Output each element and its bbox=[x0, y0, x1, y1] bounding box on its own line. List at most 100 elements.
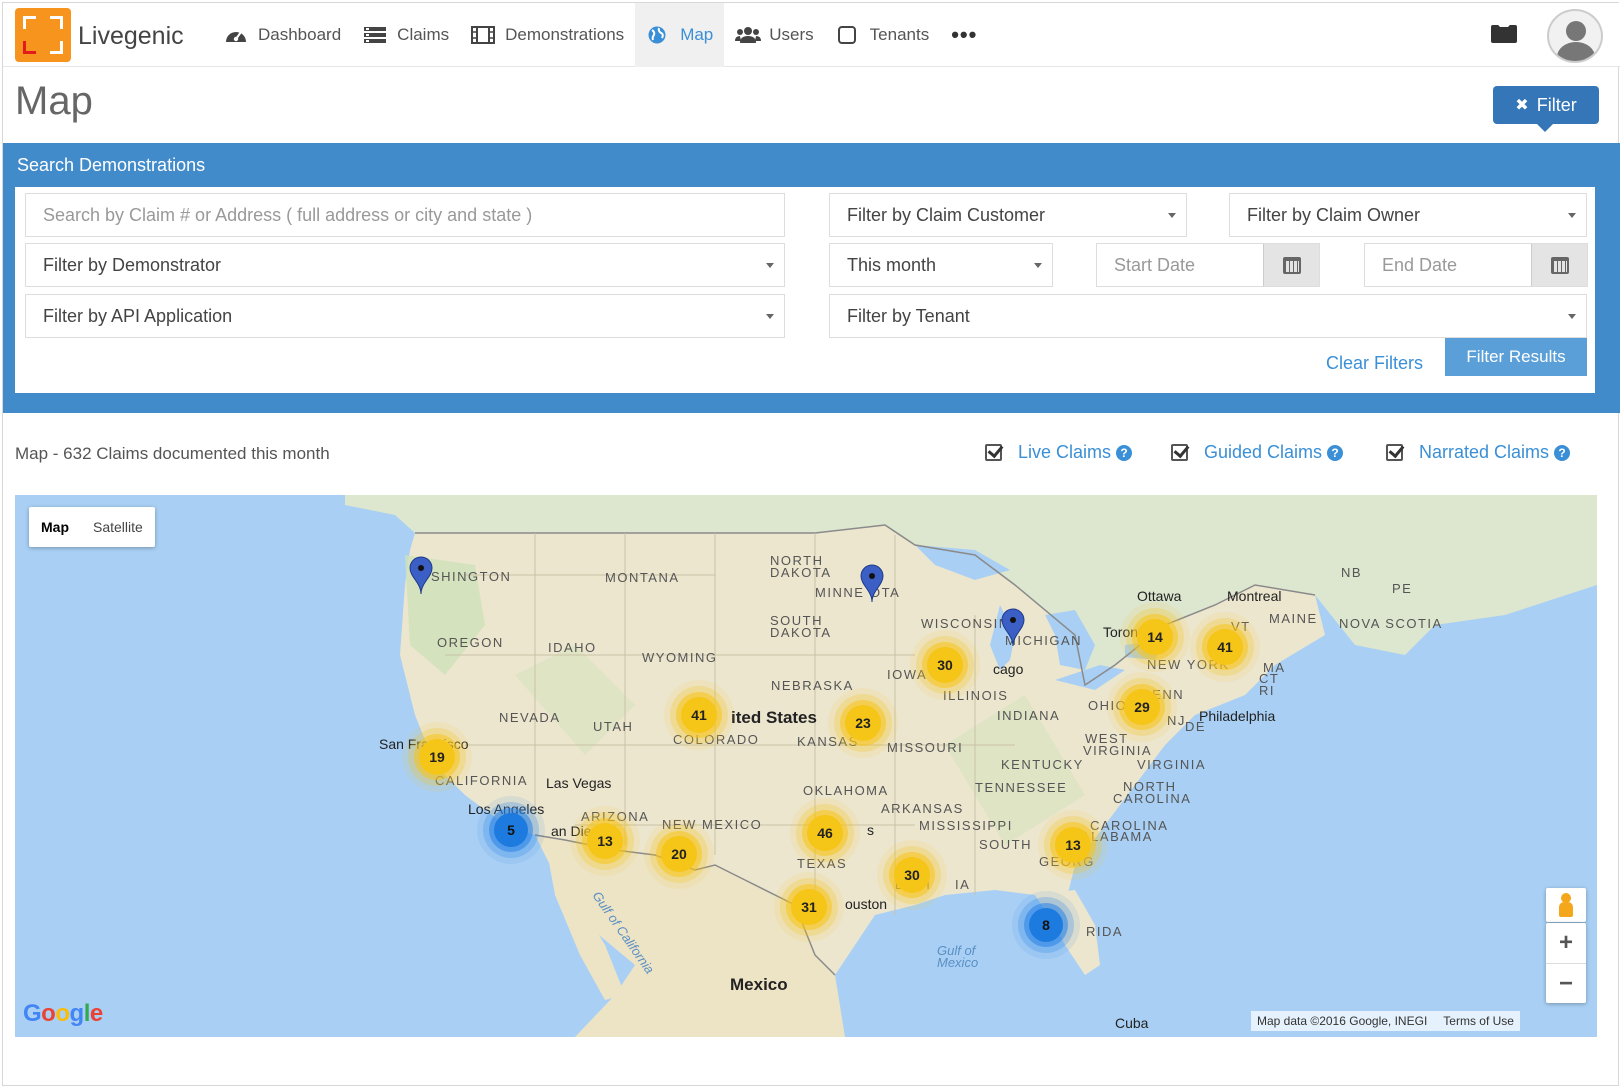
guided-claims-label: Guided Claims bbox=[1204, 442, 1323, 462]
claim-cluster[interactable]: 20 bbox=[661, 836, 697, 872]
clear-filters-link[interactable]: Clear Filters bbox=[1326, 353, 1423, 374]
dashboard-icon bbox=[224, 26, 248, 44]
map-type-satellite[interactable]: Satellite bbox=[81, 507, 155, 547]
state-label: TENNESSEE bbox=[975, 780, 1068, 795]
street-view-icon[interactable] bbox=[1546, 888, 1586, 922]
city-label: ouston bbox=[845, 896, 888, 912]
checkbox-icon[interactable] bbox=[1171, 444, 1188, 461]
tenant-value: Filter by Tenant bbox=[847, 305, 970, 326]
start-date-input[interactable]: Start Date bbox=[1096, 243, 1320, 287]
map-type-map[interactable]: Map bbox=[29, 507, 81, 547]
nav-users-label: Users bbox=[769, 25, 814, 44]
checkbox-icon[interactable] bbox=[1386, 444, 1403, 461]
claim-cluster[interactable]: 23 bbox=[845, 705, 881, 741]
filter-results-button[interactable]: Filter Results bbox=[1445, 338, 1587, 376]
claim-pin[interactable] bbox=[1000, 607, 1026, 647]
state-label: WISCONSIN bbox=[921, 616, 1010, 631]
claim-cluster[interactable]: 41 bbox=[681, 697, 717, 733]
city-label: Montreal bbox=[1227, 588, 1282, 604]
address-search-input[interactable]: Search by Claim # or Address ( full addr… bbox=[25, 193, 785, 237]
nav-more-button[interactable]: ••• bbox=[940, 3, 988, 67]
help-icon[interactable]: ? bbox=[1327, 444, 1344, 461]
guided-claims-toggle[interactable]: Guided Claims ? bbox=[1171, 442, 1344, 463]
nav-users[interactable]: Users bbox=[724, 3, 824, 67]
zoom-control: + − bbox=[1546, 923, 1586, 1003]
claim-cluster[interactable]: 19 bbox=[419, 739, 455, 775]
state-label: OHIO bbox=[1088, 698, 1128, 713]
period-select[interactable]: This month bbox=[829, 243, 1053, 287]
claim-cluster[interactable]: 29 bbox=[1124, 689, 1160, 725]
end-date-input[interactable]: End Date bbox=[1364, 243, 1588, 287]
map-summary: Map - 632 Claims documented this month bbox=[15, 444, 330, 463]
map-type-control: Map Satellite bbox=[29, 507, 155, 547]
nav-map[interactable]: Map bbox=[635, 3, 725, 67]
state-label: WYOMING bbox=[642, 650, 718, 665]
nav-tenants[interactable]: Tenants bbox=[825, 3, 941, 67]
search-panel: Search Demonstrations Search by Claim # … bbox=[3, 143, 1620, 413]
state-label: RIDA bbox=[1086, 924, 1124, 939]
state-label: VIRGINIA bbox=[1083, 743, 1153, 758]
claim-cluster[interactable]: 8 bbox=[1029, 908, 1063, 942]
checkbox-icon[interactable] bbox=[985, 444, 1002, 461]
help-icon[interactable]: ? bbox=[1554, 444, 1571, 461]
city-label: Philadelphia bbox=[1199, 708, 1276, 724]
claim-pin[interactable] bbox=[859, 563, 885, 603]
nav-dashboard[interactable]: Dashboard bbox=[213, 3, 352, 67]
calendar-icon[interactable] bbox=[1263, 244, 1319, 286]
state-label: DAKOTA bbox=[770, 565, 832, 580]
map-data-text: Map data ©2016 Google, INEGI bbox=[1257, 1014, 1428, 1028]
state-label: DAKOTA bbox=[770, 625, 832, 640]
claims-icon bbox=[363, 26, 387, 44]
claim-cluster[interactable]: 30 bbox=[927, 647, 963, 683]
nav-claims[interactable]: Claims bbox=[352, 3, 460, 67]
claim-cluster[interactable]: 41 bbox=[1207, 629, 1243, 665]
claim-customer-select[interactable]: Filter by Claim Customer bbox=[829, 193, 1187, 237]
zoom-in-button[interactable]: + bbox=[1546, 923, 1586, 963]
claim-cluster[interactable]: 14 bbox=[1137, 619, 1173, 655]
filter-toggle-button[interactable]: ✖ Filter bbox=[1493, 86, 1599, 132]
claims-map[interactable]: SHINGTON MONTANA NORTH DAKOTA MINNE OTA SOUTH D… bbox=[15, 495, 1597, 1037]
city-label: Ottawa bbox=[1137, 588, 1182, 604]
country-label: ited States bbox=[731, 708, 817, 727]
claim-cluster[interactable]: 31 bbox=[791, 889, 827, 925]
state-label: OREGON bbox=[437, 635, 504, 650]
state-label: IOWA bbox=[887, 667, 928, 682]
mail-icon[interactable] bbox=[1491, 25, 1517, 43]
search-panel-body: Search by Claim # or Address ( full addr… bbox=[15, 187, 1595, 393]
state-label: SHINGTON bbox=[431, 569, 512, 584]
livegenic-logo[interactable] bbox=[15, 8, 71, 62]
help-icon[interactable]: ? bbox=[1116, 444, 1133, 461]
tenant-select[interactable]: Filter by Tenant bbox=[829, 294, 1587, 338]
claim-cluster[interactable]: 5 bbox=[494, 813, 528, 847]
state-label: ARKANSAS bbox=[881, 801, 964, 816]
narrated-claims-label: Narrated Claims bbox=[1419, 442, 1550, 462]
state-label: MAINE bbox=[1269, 611, 1318, 626]
narrated-claims-toggle[interactable]: Narrated Claims ? bbox=[1386, 442, 1571, 463]
api-application-select[interactable]: Filter by API Application bbox=[25, 294, 785, 338]
state-label: MONTANA bbox=[605, 570, 680, 585]
state-label: MINNE bbox=[815, 585, 865, 600]
main-nav: Dashboard Claims Demonstrations Map User… bbox=[213, 3, 988, 67]
claim-cluster[interactable]: 13 bbox=[1055, 827, 1091, 863]
zoom-out-button[interactable]: − bbox=[1546, 964, 1586, 1004]
filter-toggle-label: Filter bbox=[1536, 94, 1577, 115]
nav-tenants-label: Tenants bbox=[869, 25, 930, 44]
nav-dashboard-label: Dashboard bbox=[258, 25, 342, 44]
demonstrator-select[interactable]: Filter by Demonstrator bbox=[25, 243, 785, 287]
calendar-icon[interactable] bbox=[1531, 244, 1587, 286]
claim-cluster[interactable]: 13 bbox=[587, 823, 623, 859]
terms-link[interactable]: Terms of Use bbox=[1443, 1014, 1514, 1028]
nav-demonstrations[interactable]: Demonstrations bbox=[460, 3, 635, 67]
live-claims-toggle[interactable]: Live Claims ? bbox=[985, 442, 1133, 463]
app-name[interactable]: Livegenic bbox=[78, 22, 184, 51]
claim-cluster[interactable]: 46 bbox=[807, 815, 843, 851]
app-window: Livegenic Dashboard Claims Demonstration… bbox=[2, 2, 1620, 1086]
claim-owner-select[interactable]: Filter by Claim Owner bbox=[1229, 193, 1587, 237]
claim-cluster[interactable]: 30 bbox=[894, 857, 930, 893]
user-avatar[interactable] bbox=[1547, 9, 1603, 63]
live-claims-label: Live Claims bbox=[1018, 442, 1112, 462]
google-logo: Google bbox=[23, 1000, 103, 1027]
claim-pin[interactable] bbox=[408, 555, 434, 595]
chevron-down-icon bbox=[1168, 213, 1176, 218]
state-label: NB bbox=[1341, 565, 1363, 580]
